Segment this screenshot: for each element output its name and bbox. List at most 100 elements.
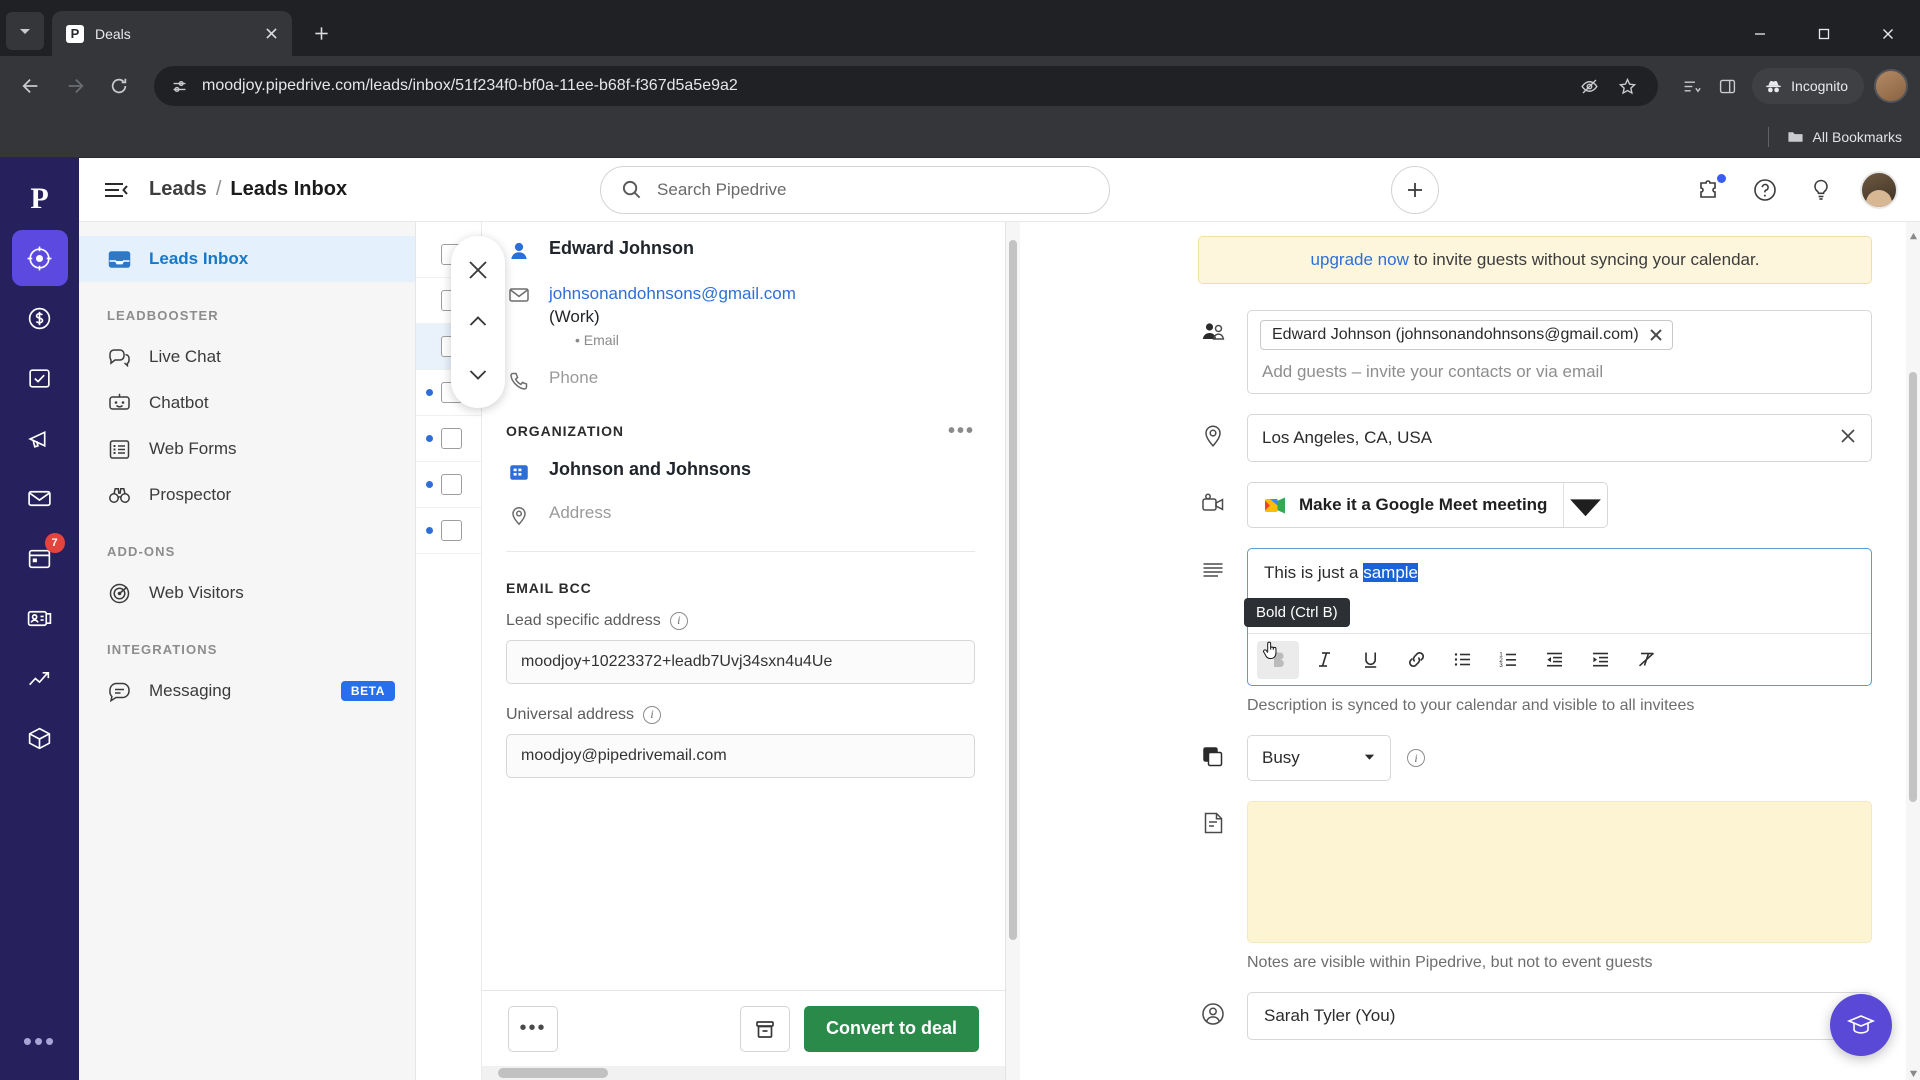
numbered-list-button[interactable]: 123	[1487, 641, 1529, 679]
row-checkbox[interactable]	[441, 428, 462, 449]
rail-item-contacts[interactable]	[12, 590, 68, 646]
bold-button[interactable]	[1257, 640, 1299, 679]
side-panel-button[interactable]	[1710, 69, 1744, 103]
row-checkbox[interactable]	[441, 520, 462, 541]
universal-address-input[interactable]: moodjoy@pipedrivemail.com	[506, 733, 975, 778]
underline-button[interactable]	[1349, 641, 1391, 679]
marketplace-button[interactable]	[1692, 173, 1726, 207]
link-button[interactable]	[1395, 641, 1437, 679]
site-settings-button[interactable]	[168, 75, 190, 97]
profile-avatar-button[interactable]	[1874, 69, 1908, 103]
sidebar-item-leads-inbox[interactable]: Leads Inbox	[79, 236, 415, 282]
archive-lead-button[interactable]	[739, 1005, 790, 1052]
collapse-sidebar-button[interactable]	[99, 173, 133, 207]
close-tab-button[interactable]	[260, 23, 282, 45]
sidebar-item-web-visitors[interactable]: Web Visitors	[79, 570, 415, 616]
user-avatar[interactable]	[1859, 170, 1898, 209]
guests-input[interactable]: Edward Johnson (johnsonandohnsons@gmail.…	[1247, 310, 1872, 394]
upgrade-now-link[interactable]: upgrade now	[1311, 250, 1409, 269]
new-tab-button[interactable]	[304, 16, 338, 50]
outdent-button[interactable]	[1533, 641, 1575, 679]
clear-formatting-button[interactable]	[1625, 641, 1667, 679]
google-meet-button[interactable]: Make it a Google Meet meeting	[1247, 482, 1609, 528]
reading-list-button[interactable]	[1674, 69, 1708, 103]
lead-detail-scroll[interactable]: Edward Johnson johnsonandohnsons@gmail.c…	[482, 222, 1005, 990]
event-form-vertical-scrollbar[interactable]	[1906, 222, 1920, 1080]
close-icon[interactable]	[1649, 328, 1663, 342]
info-icon[interactable]: i	[643, 705, 662, 724]
google-meet-dropdown-button[interactable]	[1563, 483, 1607, 527]
lead-email-value[interactable]: johnsonandohnsons@gmail.com	[549, 284, 796, 303]
help-button[interactable]	[1748, 173, 1782, 207]
rail-item-mail[interactable]	[12, 470, 68, 526]
lead-more-actions-button[interactable]: •••	[508, 1005, 558, 1052]
maximize-button[interactable]	[1792, 11, 1856, 56]
notes-textarea[interactable]	[1247, 801, 1872, 943]
clear-location-button[interactable]	[1839, 427, 1857, 450]
guest-chip[interactable]: Edward Johnson (johnsonandohnsons@gmail.…	[1260, 320, 1673, 350]
close-panel-button[interactable]	[451, 244, 505, 296]
location-pin-icon	[1198, 414, 1228, 449]
indent-button[interactable]	[1579, 641, 1621, 679]
busy-select[interactable]: Busy	[1247, 735, 1391, 781]
previous-lead-button[interactable]	[451, 296, 505, 348]
convert-to-deal-button[interactable]: Convert to deal	[803, 1005, 979, 1052]
whats-new-button[interactable]	[1804, 173, 1838, 207]
all-bookmarks-button[interactable]: All Bookmarks	[1787, 128, 1902, 145]
tab-search-button[interactable]	[6, 12, 44, 50]
horizontal-scrollbar[interactable]	[482, 1066, 1005, 1080]
info-icon[interactable]: i	[669, 611, 688, 630]
rail-item-campaigns[interactable]	[12, 410, 68, 466]
browser-tab[interactable]: P Deals	[52, 11, 292, 56]
description-editor[interactable]: This is just a sample Bold (Ctrl B) 1 2 …	[1244, 548, 1872, 686]
rail-item-insights[interactable]	[12, 650, 68, 706]
rail-item-products[interactable]	[12, 710, 68, 766]
add-new-button[interactable]	[1391, 165, 1440, 214]
rail-more-button[interactable]: •••	[23, 1028, 56, 1054]
reload-button[interactable]	[100, 67, 138, 105]
owner-select[interactable]: Sarah Tyler (You)	[1247, 992, 1872, 1040]
organization-more-button[interactable]: •••	[948, 420, 975, 443]
tracking-protection-button[interactable]	[1572, 69, 1606, 103]
lead-specific-address-input[interactable]: moodjoy+10223372+leadb7Uvj34sxn4u4Ue	[506, 639, 975, 684]
italic-button[interactable]	[1303, 641, 1345, 679]
rail-item-activities[interactable]	[12, 350, 68, 406]
address-bar[interactable]: moodjoy.pipedrive.com/leads/inbox/51f234…	[154, 66, 1659, 106]
list-row[interactable]	[416, 508, 481, 554]
sidebar-item-messaging[interactable]: Messaging BETA	[79, 668, 415, 714]
rail-item-deals[interactable]	[12, 290, 68, 346]
bookmark-button[interactable]	[1610, 69, 1644, 103]
row-checkbox[interactable]	[441, 474, 462, 495]
search-input[interactable]: Search Pipedrive	[600, 165, 1111, 214]
sidebar-item-web-forms[interactable]: Web Forms	[79, 426, 415, 472]
sidebar-item-prospector[interactable]: Prospector	[79, 472, 415, 518]
next-lead-button[interactable]	[451, 348, 505, 400]
list-row[interactable]	[416, 416, 481, 462]
location-input[interactable]: Los Angeles, CA, USA	[1247, 414, 1872, 462]
rail-item-leads[interactable]	[11, 230, 68, 286]
pipedrive-logo[interactable]: P	[0, 168, 79, 230]
scrollbar-thumb[interactable]	[498, 1068, 608, 1078]
scroll-up-arrow[interactable]	[1909, 228, 1918, 240]
sidebar-item-live-chat[interactable]: Live Chat	[79, 334, 415, 380]
scrollbar-thumb[interactable]	[1909, 372, 1917, 802]
organization-section-header: ORGANIZATION •••	[506, 420, 975, 443]
rail-item-calendar[interactable]: 7	[12, 530, 68, 586]
close-icon	[469, 261, 487, 279]
minimize-button[interactable]	[1728, 11, 1792, 56]
busy-info-icon[interactable]: i	[1407, 749, 1425, 767]
organization-address-field[interactable]: Address	[506, 503, 975, 527]
close-window-button[interactable]	[1856, 11, 1920, 56]
back-button[interactable]	[12, 67, 50, 105]
breadcrumb-parent[interactable]: Leads	[149, 178, 207, 201]
incognito-indicator[interactable]: Incognito	[1752, 68, 1864, 104]
lead-phone-field[interactable]: Phone	[506, 368, 975, 392]
list-row[interactable]	[416, 462, 481, 508]
scrollbar-thumb[interactable]	[1009, 240, 1017, 940]
detail-vertical-scrollbar[interactable]	[1006, 222, 1020, 1080]
bulleted-list-button[interactable]	[1441, 641, 1483, 679]
help-launcher-button[interactable]	[1830, 994, 1892, 1056]
forward-button[interactable]	[56, 67, 94, 105]
scroll-down-arrow[interactable]	[1909, 1065, 1918, 1078]
sidebar-item-chatbot[interactable]: Chatbot	[79, 380, 415, 426]
